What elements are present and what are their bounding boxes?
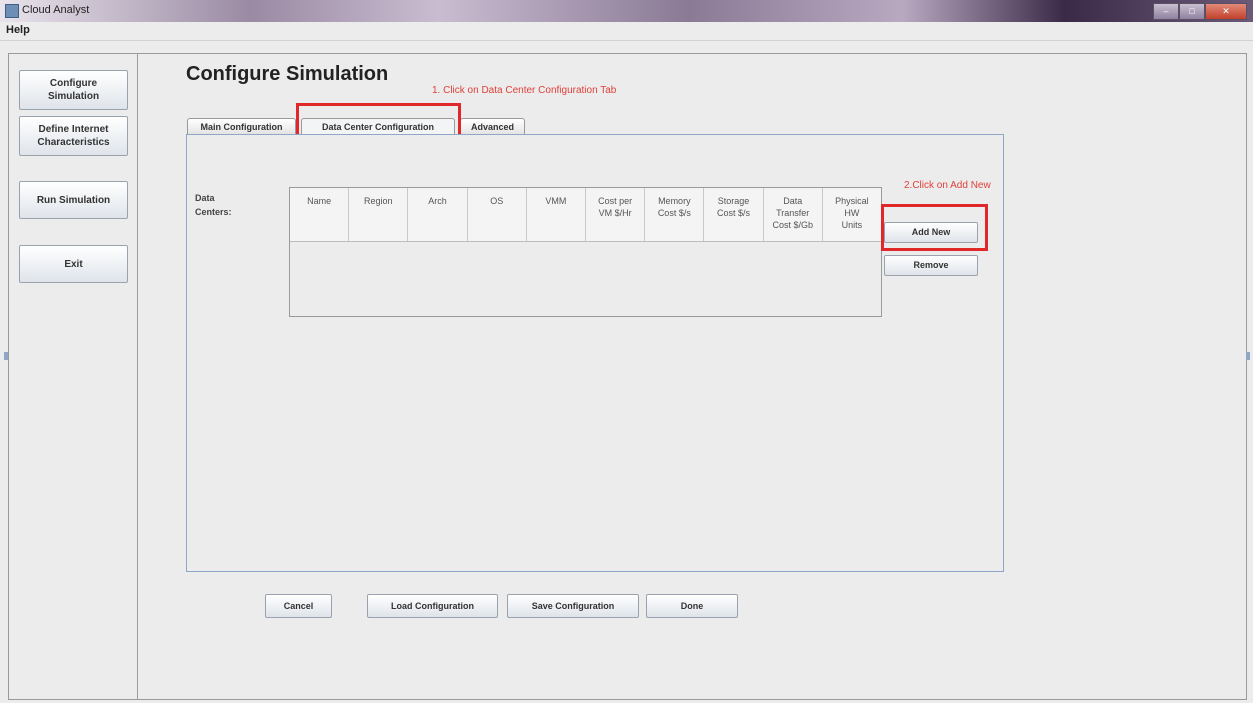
column-header-os[interactable]: OS bbox=[467, 188, 527, 241]
maximize-icon[interactable]: □ bbox=[1179, 3, 1205, 20]
tab-advanced[interactable]: Advanced bbox=[460, 118, 525, 135]
menu-help[interactable]: Help bbox=[6, 24, 30, 36]
column-header-data-transfer-cost[interactable]: Data Transfer Cost $/Gb bbox=[763, 188, 823, 241]
cancel-button[interactable]: Cancel bbox=[265, 594, 332, 618]
column-header-vmm[interactable]: VMM bbox=[526, 188, 587, 241]
column-header-physical-hw-units[interactable]: Physical HW Units bbox=[822, 188, 882, 241]
column-header-memory-cost[interactable]: Memory Cost $/s bbox=[645, 188, 705, 241]
window-title: Cloud Analyst bbox=[22, 4, 90, 16]
run-simulation-button[interactable]: Run Simulation bbox=[19, 181, 128, 219]
annotation-step-2: 2.Click on Add New bbox=[904, 180, 991, 191]
column-header-storage-cost[interactable]: Storage Cost $/s bbox=[704, 188, 764, 241]
highlight-box-add-new bbox=[881, 204, 988, 251]
column-header-region[interactable]: Region bbox=[349, 188, 409, 241]
resize-handle-left[interactable] bbox=[4, 352, 8, 360]
configure-simulation-button[interactable]: Configure Simulation bbox=[19, 70, 128, 110]
tab-main-configuration[interactable]: Main Configuration bbox=[187, 118, 296, 135]
column-header-cost-per-vm[interactable]: Cost per VM $/Hr bbox=[586, 188, 646, 241]
data-centers-label: Data Centers: bbox=[195, 193, 232, 217]
page-title: Configure Simulation bbox=[186, 63, 389, 85]
column-header-name[interactable]: Name bbox=[290, 188, 350, 241]
exit-button[interactable]: Exit bbox=[19, 245, 128, 283]
menu-bar: Help bbox=[0, 22, 1253, 41]
resize-handle-right[interactable] bbox=[1246, 352, 1250, 360]
remove-button[interactable]: Remove bbox=[884, 255, 978, 276]
table-header: Name Region Arch OS VMM Cost per VM $/Hr… bbox=[290, 188, 882, 242]
done-button[interactable]: Done bbox=[646, 594, 738, 618]
annotation-step-1: 1. Click on Data Center Configuration Ta… bbox=[432, 85, 617, 96]
close-icon[interactable]: ✕ bbox=[1205, 3, 1247, 20]
window-controls: – □ ✕ bbox=[1153, 3, 1247, 20]
save-configuration-button[interactable]: Save Configuration bbox=[507, 594, 639, 618]
app-icon bbox=[5, 4, 19, 18]
minimize-icon[interactable]: – bbox=[1153, 3, 1179, 20]
data-centers-table[interactable]: Name Region Arch OS VMM Cost per VM $/Hr… bbox=[289, 187, 882, 317]
window-titlebar: Cloud Analyst – □ ✕ bbox=[0, 0, 1253, 23]
column-header-arch[interactable]: Arch bbox=[408, 188, 468, 241]
load-configuration-button[interactable]: Load Configuration bbox=[367, 594, 498, 618]
define-internet-characteristics-button[interactable]: Define Internet Characteristics bbox=[19, 116, 128, 156]
